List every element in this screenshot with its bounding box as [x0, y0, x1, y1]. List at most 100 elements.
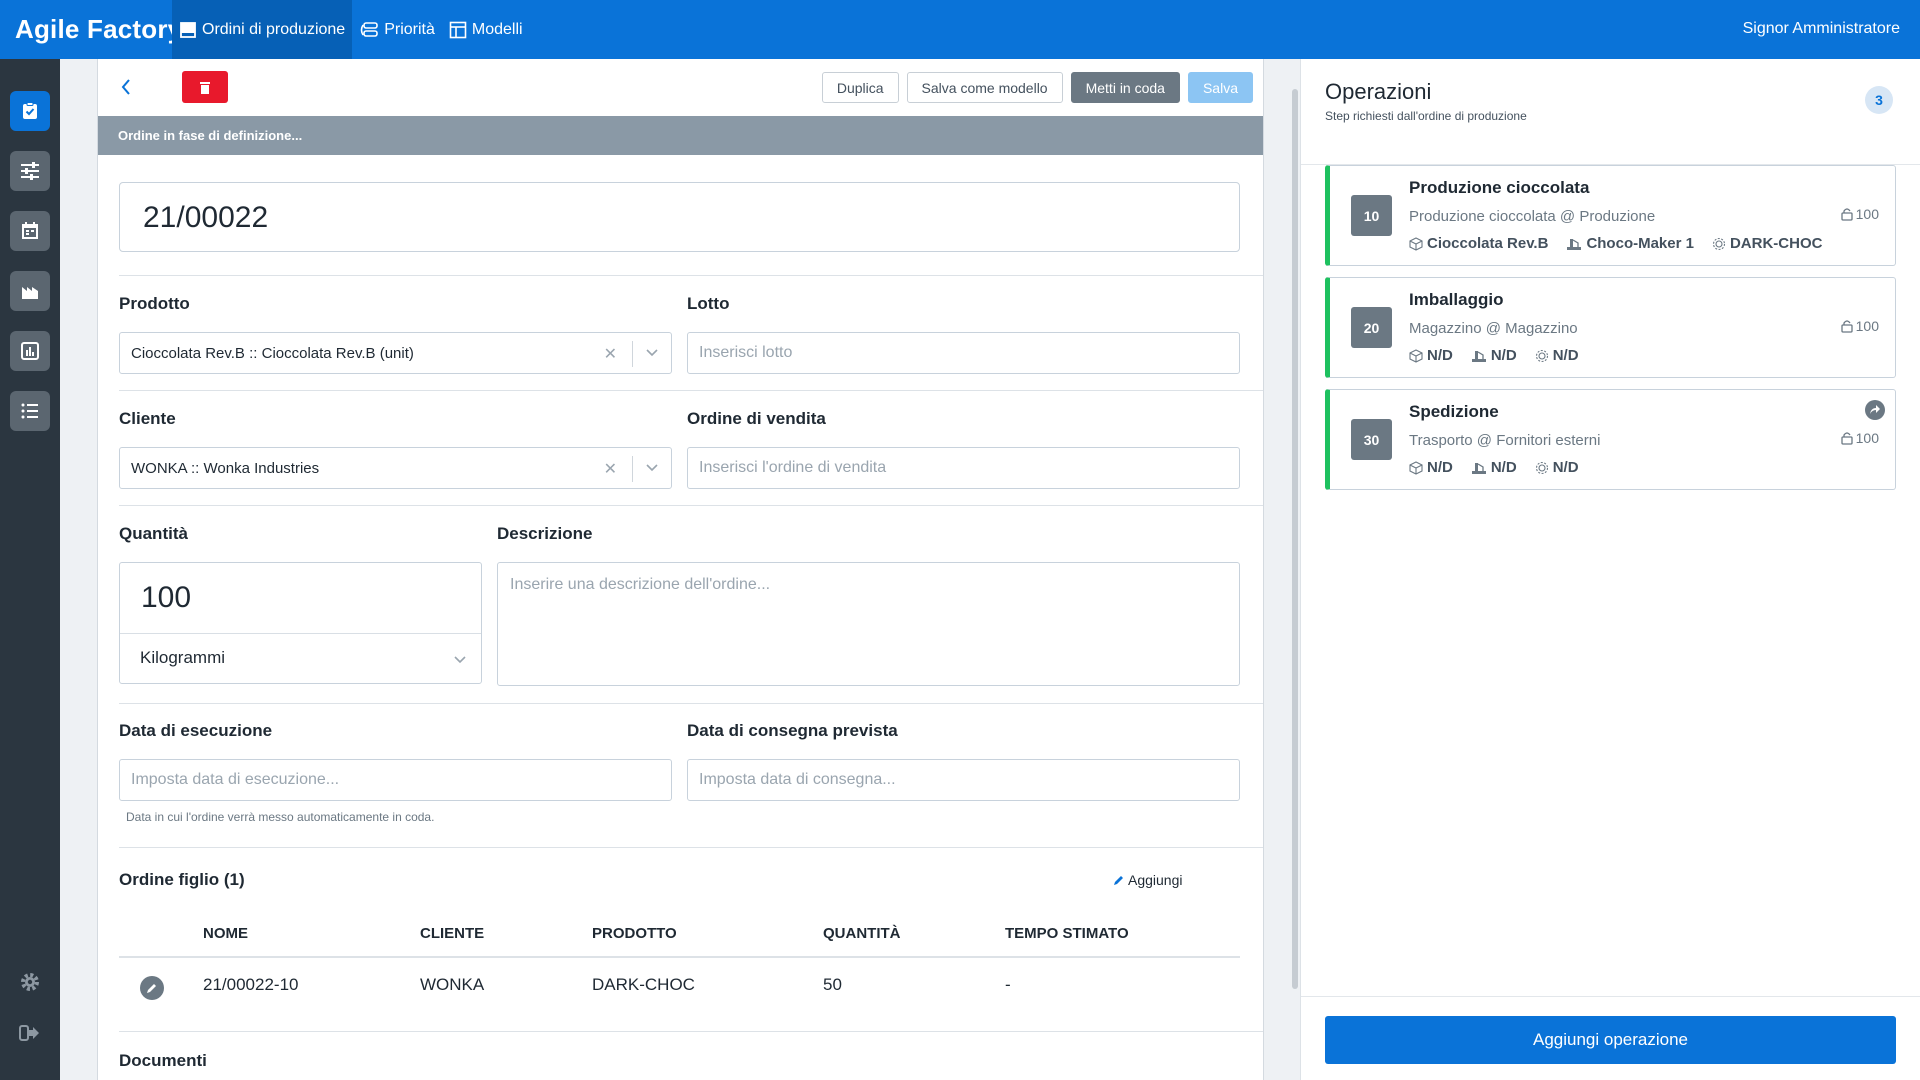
sidebar-factory-button[interactable]: [10, 271, 50, 311]
material-icon: [1535, 461, 1548, 474]
add-operation-button[interactable]: Aggiungi operazione: [1325, 1016, 1896, 1064]
machine-text: N/D: [1490, 347, 1517, 364]
sidebar-calendar-button[interactable]: [10, 211, 50, 251]
child-orders-title: Ordine figlio (1): [119, 870, 245, 889]
operation-card[interactable]: 10 Produzione cioccolata Produzione cioc…: [1325, 165, 1896, 266]
exec-date-hint: Data in cui l'ordine verrà messo automat…: [126, 810, 435, 824]
lock-icon: [1840, 320, 1853, 333]
nav-label: Priorità: [384, 20, 435, 38]
customer-value: WONKA :: Wonka Industries: [131, 460, 320, 477]
machine-icon: [1471, 462, 1486, 474]
cube-icon: [1409, 460, 1423, 475]
operation-number: 20: [1351, 307, 1392, 348]
documents-title: Documenti: [119, 1051, 207, 1070]
divider: [119, 1031, 1263, 1032]
chevron-down-icon[interactable]: [453, 654, 467, 664]
divider: [1301, 996, 1920, 997]
description-textarea[interactable]: Inserire una descrizione dell'ordine...: [497, 562, 1240, 686]
material-text: N/D: [1552, 347, 1579, 364]
unit-select[interactable]: Kilogrammi: [140, 648, 225, 668]
nav-label: Modelli: [471, 20, 523, 38]
divider: [119, 847, 1263, 848]
select-separator: [632, 456, 633, 482]
chart-icon: [21, 342, 39, 360]
scrollbar[interactable]: [1292, 89, 1298, 989]
nav-production-orders[interactable]: Ordini di produzione: [172, 0, 353, 59]
product-value: Cioccolata Rev.B :: Cioccolata Rev.B (un…: [131, 345, 414, 362]
select-separator: [632, 341, 633, 367]
external-arrow-icon[interactable]: [1865, 400, 1885, 420]
material-icon: [1535, 349, 1548, 362]
clear-icon[interactable]: ✕: [604, 344, 617, 364]
product-select[interactable]: Cioccolata Rev.B :: Cioccolata Rev.B (un…: [119, 332, 672, 374]
user-menu[interactable]: Signor Amministratore: [1743, 20, 1900, 38]
machine-meta: Choco-Maker 1: [1566, 235, 1694, 252]
product-text: N/D: [1427, 459, 1453, 476]
child-row-name[interactable]: 21/00022-10: [203, 975, 298, 995]
operations-count-badge: 3: [1865, 86, 1893, 114]
trash-icon: [200, 81, 210, 94]
quantity-value: 100: [1855, 318, 1879, 334]
quantity-input[interactable]: 100: [141, 581, 191, 615]
order-number-field[interactable]: 21/00022: [119, 182, 1240, 252]
exec-date-input[interactable]: Imposta data di esecuzione...: [119, 759, 672, 801]
clear-icon[interactable]: ✕: [604, 459, 617, 479]
product-text: N/D: [1427, 347, 1453, 364]
enqueue-button[interactable]: Metti in coda: [1070, 72, 1180, 103]
chevron-down-icon[interactable]: [645, 347, 659, 357]
machine-text: Choco-Maker 1: [1586, 235, 1694, 252]
operation-name: Produzione cioccolata: [1409, 178, 1590, 197]
customer-select[interactable]: WONKA :: Wonka Industries ✕: [119, 447, 672, 489]
sidebar-planning-button[interactable]: [10, 151, 50, 191]
child-row-customer: WONKA: [420, 975, 485, 994]
delivery-date-label: Data di consegna prevista: [687, 721, 898, 740]
logout-button[interactable]: [17, 1020, 43, 1046]
table-header-line: [119, 956, 1240, 958]
sidebar-list-button[interactable]: [10, 391, 50, 431]
save-as-template-button[interactable]: Salva come modello: [906, 72, 1063, 103]
material-meta: N/D: [1535, 347, 1579, 364]
sidebar-orders-button[interactable]: [10, 91, 50, 131]
top-nav: Ordini di produzione Priorità Modelli: [172, 0, 530, 59]
save-button[interactable]: Salva: [1187, 72, 1253, 103]
quantity-value: 100: [1855, 206, 1879, 222]
duplicate-button[interactable]: Duplica: [821, 72, 899, 103]
settings-button[interactable]: [17, 969, 43, 995]
brand-logo[interactable]: Agile Factory: [15, 14, 182, 45]
quantity-label: Quantità: [119, 524, 188, 543]
divider: [119, 275, 1263, 276]
add-label: Aggiungi: [1128, 872, 1183, 888]
cube-icon: [1409, 236, 1423, 251]
document-icon: [180, 21, 196, 38]
machine-meta: N/D: [1471, 347, 1517, 364]
operation-location: Produzione cioccolata @ Produzione: [1409, 208, 1656, 225]
operation-name: Spedizione: [1409, 402, 1499, 421]
customer-label: Cliente: [119, 409, 176, 428]
product-meta: N/D: [1409, 459, 1453, 476]
material-meta: N/D: [1535, 459, 1579, 476]
nav-templates[interactable]: Modelli: [442, 0, 530, 59]
chevron-down-icon[interactable]: [645, 462, 659, 472]
operation-quantity: 100: [1840, 430, 1879, 446]
operation-name: Imballaggio: [1409, 290, 1504, 309]
delete-button[interactable]: [182, 71, 228, 103]
operation-quantity: 100: [1840, 318, 1879, 334]
sidebar-reports-button[interactable]: [10, 331, 50, 371]
lot-input[interactable]: Inserisci lotto: [687, 332, 1240, 374]
add-child-order-link[interactable]: Aggiungi: [1113, 872, 1183, 888]
operation-card[interactable]: 30 Spedizione Trasporto @ Fornitori este…: [1325, 389, 1896, 490]
nav-priority[interactable]: Priorità: [352, 0, 442, 59]
column-header-name: NOME: [203, 925, 248, 942]
pencil-icon: [147, 984, 156, 993]
sales-order-label: Ordine di vendita: [687, 409, 826, 428]
sales-order-input[interactable]: Inserisci l'ordine di vendita: [687, 447, 1240, 489]
back-arrow-icon[interactable]: [118, 77, 134, 97]
operation-card[interactable]: 20 Imballaggio Magazzino @ Magazzino 100…: [1325, 277, 1896, 378]
delivery-date-input[interactable]: Imposta data di consegna...: [687, 759, 1240, 801]
quantity-value: 100: [1855, 430, 1879, 446]
material-icon: [1712, 237, 1726, 250]
operation-meta: Cioccolata Rev.B Choco-Maker 1 DARK-CHOC: [1409, 235, 1822, 252]
edit-child-button[interactable]: [140, 976, 164, 1000]
exec-date-label: Data di esecuzione: [119, 721, 273, 740]
logout-icon: [19, 1025, 39, 1041]
